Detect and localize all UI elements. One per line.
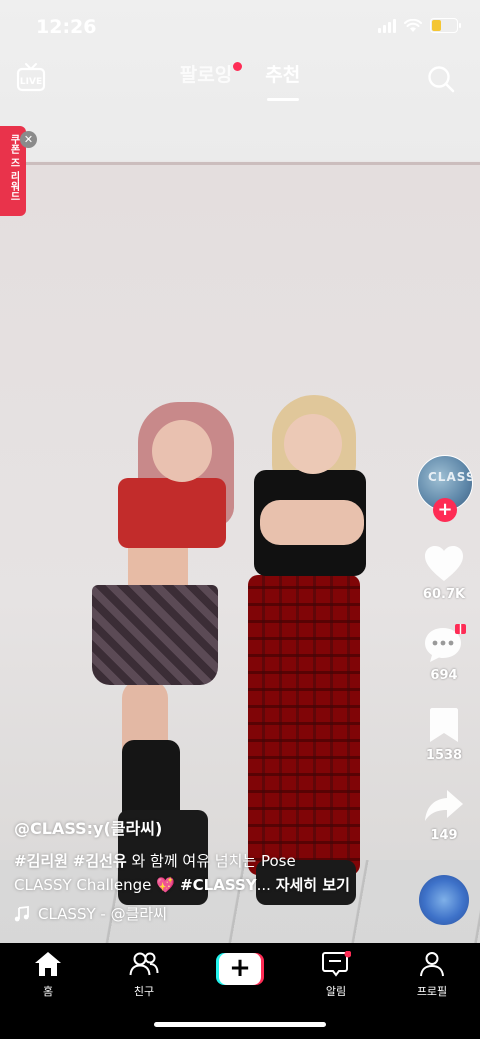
nav-inbox[interactable]: 알림 [296,951,376,999]
music-title: CLASSY - @클라씨 [38,905,167,923]
nav-friends[interactable]: 친구 [104,951,184,999]
wifi-icon [404,18,422,32]
friends-icon [129,952,159,976]
avatar-logo-text: CLASS:y [428,470,472,484]
promo-text: 쿠폰 즈 리워드 [8,134,19,201]
comment-icon [425,624,466,662]
nav-home-label: 홈 [42,985,54,998]
search-icon [428,66,455,93]
home-icon [35,952,61,976]
cellular-signal-icon [378,18,396,33]
see-more-link[interactable]: 자세히 보기 [276,876,350,894]
music-info[interactable]: CLASSY - @클라씨 [14,903,394,924]
wall-edge [0,162,480,165]
promo-close-icon[interactable]: ✕ [20,131,37,148]
feed-tabs: 팔로잉 추천 [0,60,480,101]
caption-text: CLASSY Challenge [14,876,157,894]
save-button[interactable]: 1538 [412,706,476,763]
status-bar: 12:26 [0,0,480,52]
profile-icon [420,952,444,977]
active-tab-indicator [266,98,299,101]
caption-text: 와 함께 여유 넘치는 Pose [126,852,296,870]
video-caption: @CLASS:y(클라씨) #김리원 #김선유 와 함께 여유 넘치는 Pose… [14,815,394,924]
bookmark-icon [430,708,458,742]
like-count: 60.7K [422,587,466,602]
heart-icon [425,546,463,581]
nav-inbox-label: 알림 [325,985,347,998]
create-button[interactable]: + [216,953,264,985]
follow-plus-button[interactable]: + [433,498,457,522]
tab-following[interactable]: 팔로잉 [179,60,243,87]
music-note-icon [14,905,29,921]
nav-friends-label: 친구 [133,985,155,998]
ellipsis: ... [256,876,276,894]
inbox-icon [322,951,351,977]
status-icons [378,18,461,33]
nav-profile[interactable]: 프로필 [392,951,472,999]
battery-charging-icon [430,18,461,33]
nav-profile-label: 프로필 [416,985,448,998]
nav-home[interactable]: 홈 [8,951,88,999]
creator-username[interactable]: @CLASS:y(클라씨) [14,815,394,839]
tab-for-you[interactable]: 추천 [265,60,301,101]
plus-icon: + [219,953,261,985]
home-indicator [154,1022,326,1027]
comment-button[interactable]: 694 [412,624,476,683]
share-count: 149 [430,828,458,843]
search-button[interactable] [426,64,456,94]
status-time: 12:26 [36,16,97,38]
comment-count: 694 [430,668,458,683]
video-player[interactable] [0,0,480,943]
heart-emoji: 💖 [156,876,175,894]
hashtag-link[interactable]: #CLASSY [175,876,257,894]
hashtag-link[interactable]: #김리원 [14,852,68,870]
tab-for-you-label: 추천 [265,64,301,86]
hashtag-link[interactable]: #김선유 [73,852,127,870]
share-button[interactable]: 149 [412,788,476,843]
caption-description: #김리원 #김선유 와 함께 여유 넘치는 Pose CLASSY Challe… [14,849,394,897]
save-count: 1538 [425,748,463,763]
tab-following-label: 팔로잉 [179,64,233,86]
share-arrow-icon [425,790,463,821]
notification-dot [233,62,243,71]
music-disc-icon[interactable] [419,875,469,925]
like-button[interactable]: 60.7K [412,545,476,602]
